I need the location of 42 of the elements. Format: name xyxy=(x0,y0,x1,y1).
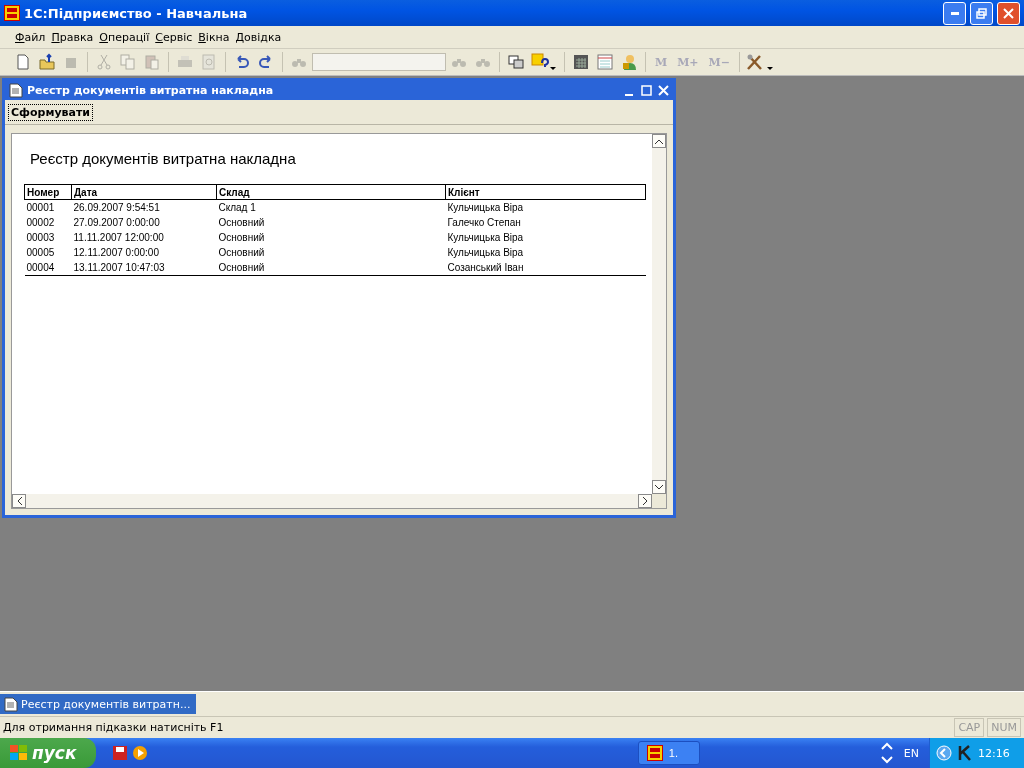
status-hint: Для отримання підказки натисніть F1 xyxy=(3,721,225,734)
table-cell-text: 00002 xyxy=(25,216,56,230)
menu-item[interactable]: Сервіс xyxy=(152,30,196,44)
table-cell-text: Галечко Степан xyxy=(446,216,522,230)
table-cell-text: 27.09.2007 0:00:00 xyxy=(72,216,161,230)
menu-item[interactable]: Операції xyxy=(96,30,153,44)
table-cell: Склад 1 xyxy=(216,199,446,215)
menu-item[interactable]: Довідка xyxy=(232,30,285,44)
table-cell-text: 00003 xyxy=(25,231,56,245)
table-cell-text: 11.11.2007 12:00:00 xyxy=(72,231,165,245)
table-cell-text: Основний xyxy=(217,216,266,230)
taskbar-task[interactable]: 1. xyxy=(637,741,700,765)
column-header: Номер xyxy=(24,184,72,200)
window-title: 1С:Підприємство - Навчальна xyxy=(24,5,249,21)
table-cell: 13.11.2007 10:47:03 xyxy=(71,260,217,276)
status-indicator: NUM xyxy=(987,718,1021,737)
table-cell-text: 00005 xyxy=(25,246,56,260)
table-cell: Созанський Іван xyxy=(445,260,646,276)
window-tab-label: Реєстр документів витратн... xyxy=(21,697,191,711)
table-cell-text: Кульчицька Віра xyxy=(446,246,525,260)
window-tab[interactable]: Реєстр документів витратн... xyxy=(0,694,197,714)
column-header: Клієнт xyxy=(445,184,646,200)
status-indicator: CAP xyxy=(954,718,985,737)
table-cell: Основний xyxy=(216,260,446,276)
report-title: Реєстр документів витратна накладна xyxy=(29,149,297,169)
table-cell-text: Кульчицька Віра xyxy=(446,231,525,245)
table-cell-text: Основний xyxy=(217,246,266,260)
report-window-title: Реєстр документів витратна накладна xyxy=(27,84,275,97)
table-cell-text: 12.11.2007 0:00:00 xyxy=(72,246,160,260)
menu-item[interactable]: Вікна xyxy=(195,30,233,44)
generate-button[interactable]: Сформувати xyxy=(8,103,94,121)
language-indicator[interactable]: EN xyxy=(903,746,919,760)
table-cell: 00001 xyxy=(24,199,72,215)
column-header: Дата xyxy=(71,184,217,200)
menu-item[interactable]: Правка xyxy=(48,30,97,44)
table-cell: Кульчицька Віра xyxy=(445,199,646,215)
table-cell: 00004 xyxy=(24,260,72,276)
table-cell: 26.09.2007 9:54:51 xyxy=(71,199,217,215)
column-header: Склад xyxy=(216,184,446,200)
menu-item[interactable]: Файл xyxy=(12,30,49,44)
table-cell-text: Основний xyxy=(217,231,266,245)
clock: 12:16 xyxy=(978,746,1010,760)
